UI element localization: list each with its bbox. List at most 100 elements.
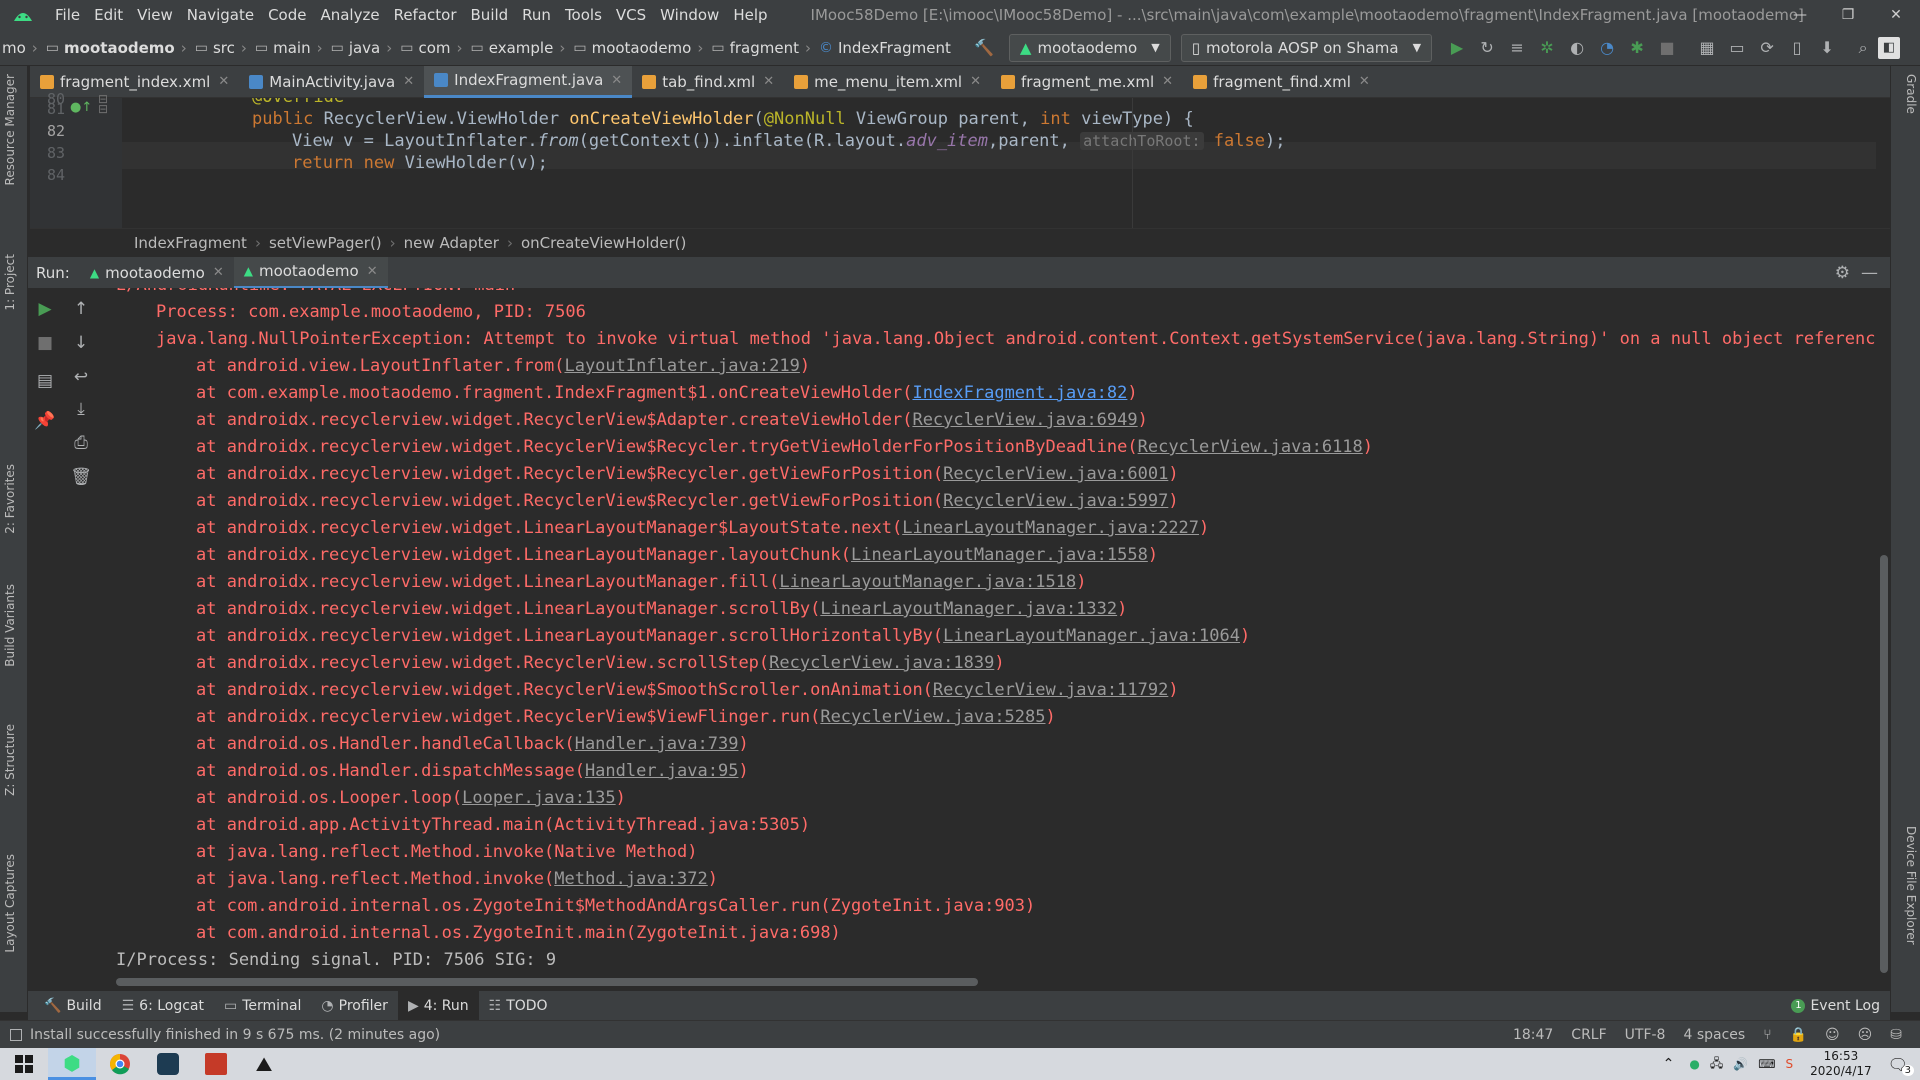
menu-item-tools[interactable]: Tools [558, 6, 609, 24]
project-tab[interactable]: 1: Project [3, 254, 25, 311]
run-config-dropdown[interactable]: ▲ mootaodemo ▼ [1008, 33, 1171, 62]
editor-tab-fragment-find-xml[interactable]: fragment_find.xml ✕ [1183, 66, 1380, 98]
stacktrace-link[interactable]: RecyclerView.java:5997 [943, 491, 1168, 511]
menu-item-run[interactable]: Run [515, 6, 558, 24]
nav-crumb[interactable]: ▭ com › [392, 39, 462, 57]
gradle-tab[interactable]: Gradle [1896, 74, 1918, 114]
stacktrace-link[interactable]: RecyclerView.java:1839 [769, 653, 994, 673]
memory-icon[interactable]: ⛁ [1890, 1027, 1902, 1043]
device-dropdown[interactable]: ▯ motorola AOSP on Shama ▼ [1180, 33, 1433, 62]
ime-tray-icon[interactable]: S [1786, 1057, 1794, 1071]
nav-crumb[interactable]: ▭ example › [463, 39, 566, 57]
run-icon[interactable]: ▶ [1442, 38, 1472, 57]
sdk-manager-icon[interactable]: ⬇ [1812, 38, 1842, 57]
override-marker-icon[interactable]: ●↑ [70, 100, 92, 115]
stacktrace-link[interactable]: LinearLayoutManager.java:1518 [779, 572, 1076, 592]
close-icon[interactable]: ✕ [763, 74, 774, 89]
coverage-icon[interactable]: ◐ [1562, 38, 1592, 57]
event-log-button[interactable]: 1 Event Log [1781, 991, 1890, 1021]
close-icon[interactable]: ✕ [213, 265, 224, 280]
keyboard-tray-icon[interactable]: ⌨ [1758, 1057, 1775, 1071]
apply-changes-icon[interactable]: ↻ [1472, 38, 1502, 57]
minimize-button[interactable]: — [1776, 0, 1824, 30]
nav-crumb[interactable]: ▭ mootaodemo › [565, 39, 703, 57]
fold-icon[interactable]: ⊟ [98, 102, 108, 116]
run-tab-2[interactable]: ▲ mootaodemo ✕ [233, 256, 388, 289]
avd-manager-icon[interactable]: ▯ [1782, 38, 1812, 57]
chrome-taskbar-icon[interactable] [96, 1048, 144, 1080]
gradle-tool-icon[interactable]: ◧ [1878, 36, 1901, 59]
down-arrow-icon[interactable]: ↓ [66, 328, 96, 358]
stacktrace-link[interactable]: Looper.java:135 [462, 788, 616, 808]
run-tab-1[interactable]: ▲ mootaodemo ✕ [80, 257, 234, 289]
close-icon[interactable]: ✕ [403, 74, 414, 89]
stop-icon[interactable]: ■ [1652, 38, 1682, 57]
tray-chevron-icon[interactable]: ⌃ [1663, 1056, 1675, 1072]
stacktrace-link[interactable]: Handler.java:739 [575, 734, 739, 754]
debug-icon[interactable]: ✲ [1532, 38, 1562, 57]
gear-icon[interactable]: ⚙ [1835, 263, 1850, 283]
indent-setting[interactable]: 4 spaces [1683, 1027, 1745, 1043]
layout-icon[interactable]: ▤ [30, 366, 60, 396]
line-separator[interactable]: CRLF [1571, 1027, 1606, 1043]
close-icon[interactable]: ✕ [367, 264, 378, 279]
caret-position[interactable]: 18:47 [1513, 1027, 1553, 1043]
nav-crumb[interactable]: © IndexFragment [811, 39, 951, 57]
stacktrace-link[interactable]: RecyclerView.java:11792 [933, 680, 1168, 700]
android-studio-taskbar-icon[interactable]: ⬢ [48, 1048, 96, 1080]
rerun-icon[interactable]: ▶ [30, 294, 60, 324]
menu-item-code[interactable]: Code [261, 6, 313, 24]
profile-icon[interactable]: ◔ [1592, 38, 1622, 57]
office-taskbar-icon[interactable] [192, 1048, 240, 1080]
network-tray-icon[interactable]: 🖧 [1710, 1054, 1723, 1075]
editor-tab-indexfragment-java[interactable]: IndexFragment.java ✕ [424, 65, 633, 98]
windows-start-icon[interactable] [0, 1048, 48, 1080]
menu-item-window[interactable]: Window [653, 6, 726, 24]
nav-crumb[interactable]: ▭ fragment › [703, 39, 811, 57]
nox-taskbar-icon[interactable] [144, 1048, 192, 1080]
status-message[interactable]: Install successfully finished in 9 s 675… [30, 1027, 440, 1043]
inspector-icon[interactable]: ☺ [1825, 1027, 1840, 1043]
attach-debugger-icon[interactable]: ✱ [1622, 38, 1652, 57]
pin-icon[interactable]: 📌 [30, 406, 60, 436]
menu-item-analyze[interactable]: Analyze [313, 6, 386, 24]
stacktrace-link[interactable]: RecyclerView.java:6118 [1138, 437, 1363, 457]
stop-icon[interactable]: ■ [30, 328, 60, 358]
up-arrow-icon[interactable]: ↑ [66, 294, 96, 324]
breadcrumb-item[interactable]: new Adapter [404, 234, 499, 252]
editor-tab-mainactivity-java[interactable]: MainActivity.java ✕ [239, 66, 424, 98]
menu-item-view[interactable]: View [130, 6, 180, 24]
breadcrumb-item[interactable]: onCreateViewHolder() [521, 234, 686, 252]
stacktrace-link[interactable]: Method.java:372 [554, 869, 708, 889]
sync-gradle-icon[interactable]: ⟳ [1752, 38, 1782, 57]
menu-item-navigate[interactable]: Navigate [180, 6, 261, 24]
menu-item-help[interactable]: Help [726, 6, 774, 24]
editor-tab-tab-find-xml[interactable]: tab_find.xml ✕ [632, 66, 784, 98]
print-icon[interactable]: ⎙ [66, 428, 96, 458]
status-square-icon[interactable] [10, 1028, 22, 1041]
close-icon[interactable]: ✕ [970, 74, 981, 89]
close-icon[interactable]: ✕ [611, 73, 622, 88]
nav-crumb[interactable]: ▭ main › [247, 39, 323, 57]
nav-crumb[interactable]: ▭ mootaodemo › [38, 39, 187, 57]
search-icon[interactable]: ⌕ [1848, 38, 1878, 58]
editor-tab-me-menu-item-xml[interactable]: me_menu_item.xml ✕ [784, 66, 991, 98]
resource-manager-tab[interactable]: Resource Manager [3, 74, 25, 185]
tool-window-build[interactable]: 🔨 Build [34, 991, 112, 1021]
menu-item-file[interactable]: File [48, 6, 87, 24]
tool-window-terminal[interactable]: ▭ Terminal [214, 991, 311, 1021]
console-horizontal-scrollbar[interactable] [116, 978, 978, 986]
stacktrace-link[interactable]: RecyclerView.java:6949 [912, 410, 1137, 430]
close-window-button[interactable]: ✕ [1872, 0, 1920, 30]
stacktrace-link[interactable]: IndexFragment.java:82 [912, 383, 1127, 403]
close-icon[interactable]: ✕ [1162, 74, 1173, 89]
stacktrace-link[interactable]: LinearLayoutManager.java:1558 [851, 545, 1148, 565]
stacktrace-link[interactable]: RecyclerView.java:6001 [943, 464, 1168, 484]
feedback-icon[interactable]: ☹ [1858, 1027, 1873, 1043]
trash-icon[interactable]: 🗑 [66, 462, 96, 492]
soft-wrap-icon[interactable]: ↩ [66, 362, 96, 392]
stacktrace-link[interactable]: RecyclerView.java:5285 [820, 707, 1045, 727]
stacktrace-link[interactable]: LinearLayoutManager.java:1332 [820, 599, 1117, 619]
device-file-explorer-tab[interactable]: Device File Explorer [1896, 826, 1918, 945]
apply-code-changes-icon[interactable]: ≡ [1502, 38, 1532, 57]
